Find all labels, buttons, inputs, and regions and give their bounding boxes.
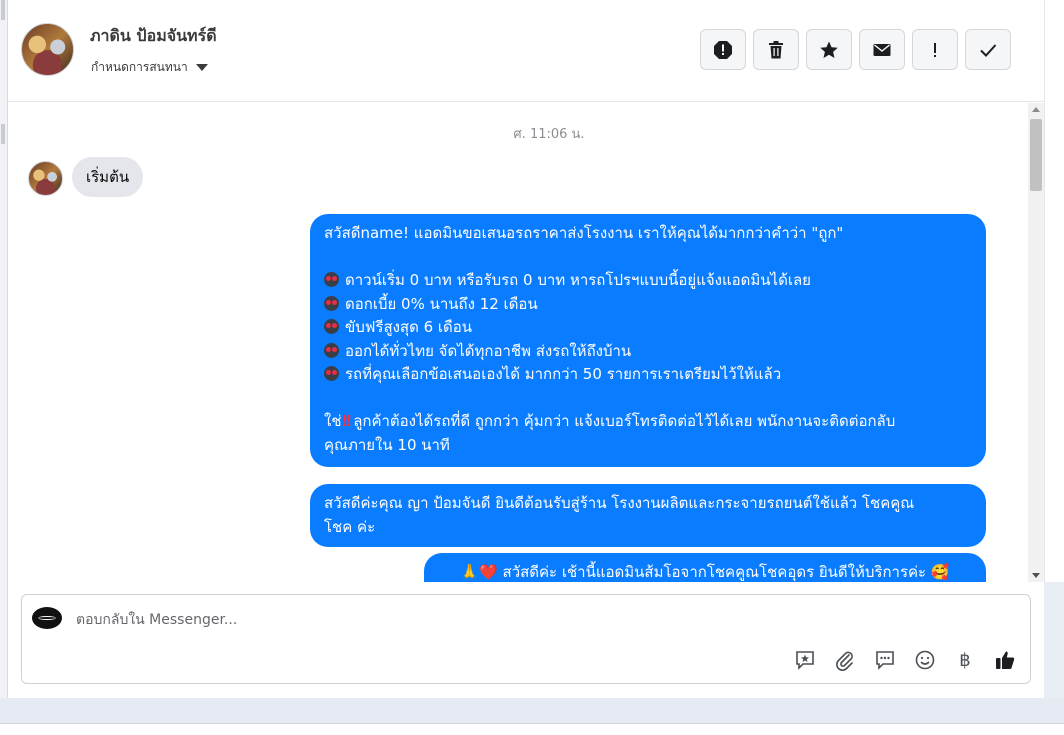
attach-button[interactable] xyxy=(832,647,858,673)
exclamation-icon xyxy=(934,42,936,57)
payment-button[interactable]: ฿ xyxy=(952,647,978,673)
message-scrollbar[interactable] xyxy=(1028,103,1044,582)
contact-avatar[interactable] xyxy=(21,23,74,76)
bullet-line: ดอกเบี้ย 0% นานถึง 12 เดือน xyxy=(324,293,972,317)
mark-unread-button[interactable] xyxy=(859,29,905,70)
emoji-button[interactable] xyxy=(912,647,938,673)
report-button[interactable] xyxy=(700,29,746,70)
message-line: สวัสดีค่ะคุณ ญา ป้อมจันดี ยินดีต้อนรับสู… xyxy=(324,494,915,512)
baht-icon: ฿ xyxy=(959,649,971,671)
message-line: ใช่!! ลูกค้าต้องได้รถที่ดี ถูกกว่า คุ้มกว… xyxy=(324,410,972,434)
trash-icon xyxy=(769,40,783,58)
envelope-icon xyxy=(873,43,891,56)
mark-important-button[interactable] xyxy=(912,29,958,70)
car-emoji-icon xyxy=(324,319,339,334)
bullet-text: รถที่คุณเลือกข้อเสนอเองได้ มากกว่า 50 รา… xyxy=(345,365,782,383)
outgoing-message[interactable]: 🙏❤️ สวัสดีค่ะ เช้านี้แอดมินส้มโอจากโชคคู… xyxy=(424,553,986,582)
message-list[interactable]: ศ. 11:06 น. เริ่มต้น สวัสดีname! แอดมินข… xyxy=(8,103,1028,582)
message-line: คุณภายใน 10 นาที xyxy=(324,435,450,454)
message-line: โชค ค่ะ xyxy=(324,517,376,536)
delete-button[interactable] xyxy=(753,29,799,70)
gutter-tick xyxy=(1,124,5,144)
bullet-text: ดาวน์เริ่ม 0 บาท หรือรับรถ 0 บาท หารถโปร… xyxy=(345,271,811,289)
message-line: สวัสดีname! แอดมินขอเสนอรถราคาส่งโรงงาน … xyxy=(324,224,844,242)
quick-replies-button[interactable] xyxy=(872,647,898,673)
bullet-text: ขับฟรีสูงสุด 6 เดือน xyxy=(345,318,473,336)
scroll-down-arrow-icon[interactable] xyxy=(1032,573,1040,578)
caret-down-icon xyxy=(195,64,208,71)
double-exclamation-icon: !! xyxy=(341,412,353,430)
emoji-icon xyxy=(915,650,935,670)
star-icon xyxy=(820,41,838,58)
car-emoji-icon xyxy=(324,342,339,358)
bullet-line: รถที่คุณเลือกข้อเสนอเองได้ มากกว่า 50 รา… xyxy=(324,363,972,387)
thumbs-up-icon xyxy=(996,651,1015,669)
right-page-edge xyxy=(1044,0,1064,582)
outgoing-message[interactable]: สวัสดีค่ะคุณ ญา ป้อมจันดี ยินดีต้อนรับสู… xyxy=(310,484,986,547)
saved-reply-icon xyxy=(796,651,814,670)
bullet-text: ออกได้ทั่วไทย จัดได้ทุกอาชีพ ส่งรถให้ถึง… xyxy=(345,341,632,360)
left-gutter xyxy=(0,0,8,700)
car-emoji-icon xyxy=(324,366,339,381)
window-bottom-edge xyxy=(0,723,1064,735)
star-button[interactable] xyxy=(806,29,852,70)
saved-replies-button[interactable] xyxy=(792,647,818,673)
outgoing-message[interactable]: สวัสดีname! แอดมินขอเสนอรถราคาส่งโรงงาน … xyxy=(310,214,986,467)
message-line: 🙏❤️ สวัสดีค่ะ เช้านี้แอดมินส้มโอจากโชคคู… xyxy=(460,563,950,581)
bottom-background xyxy=(0,698,1064,723)
reply-input[interactable] xyxy=(76,610,776,630)
header-toolbar xyxy=(700,29,1011,70)
contact-name[interactable]: ภาดิน ป้อมจันทร์ดี xyxy=(90,24,217,49)
conversation-settings-dropdown[interactable]: กำหนดการสนทนา xyxy=(91,58,208,77)
gutter-tick xyxy=(1,0,5,20)
bullet-line: ขับฟรีสูงสุด 6 เดือน xyxy=(324,316,972,340)
bullet-line: ดาวน์เริ่ม 0 บาท หรือรับรถ 0 บาท หารถโปร… xyxy=(324,269,972,293)
check-icon xyxy=(980,43,997,57)
scroll-up-arrow-icon[interactable] xyxy=(1032,107,1040,112)
attachment-icon xyxy=(836,651,853,671)
scroll-thumb[interactable] xyxy=(1030,119,1042,191)
sender-avatar xyxy=(28,161,63,196)
chat-bubbles-icon xyxy=(876,651,894,670)
bullet-line: ออกได้ทั่วไทย จัดได้ทุกอาชีพ ส่งรถให้ถึง… xyxy=(324,340,972,364)
car-emoji-icon xyxy=(324,295,339,311)
report-icon xyxy=(714,40,732,59)
message-text: ลูกค้าต้องได้รถที่ดี ถูกกว่า คุ้มกว่า แจ… xyxy=(353,412,896,430)
bullet-text: ดอกเบี้ย 0% นานถึง 12 เดือน xyxy=(345,294,538,313)
conversation-header: ภาดิน ป้อมจันทร์ดี กำหนดการสนทนา xyxy=(8,0,1044,102)
incoming-message-text: เริ่มต้น xyxy=(86,168,130,186)
conversation-settings-label: กำหนดการสนทนา xyxy=(91,60,188,74)
composer-toolbar: ฿ xyxy=(792,647,1018,673)
page-avatar xyxy=(32,607,62,629)
message-timestamp: ศ. 11:06 น. xyxy=(513,127,585,142)
conversation-panel: ภาดิน ป้อมจันทร์ดี กำหนดการสนทนา ศ. 11:0… xyxy=(8,0,1044,698)
reply-composer: ฿ xyxy=(21,594,1031,684)
message-text: ใช่ xyxy=(324,412,342,430)
like-button[interactable] xyxy=(992,647,1018,673)
car-emoji-icon xyxy=(324,272,339,287)
mark-done-button[interactable] xyxy=(965,29,1011,70)
incoming-message[interactable]: เริ่มต้น xyxy=(72,157,144,197)
